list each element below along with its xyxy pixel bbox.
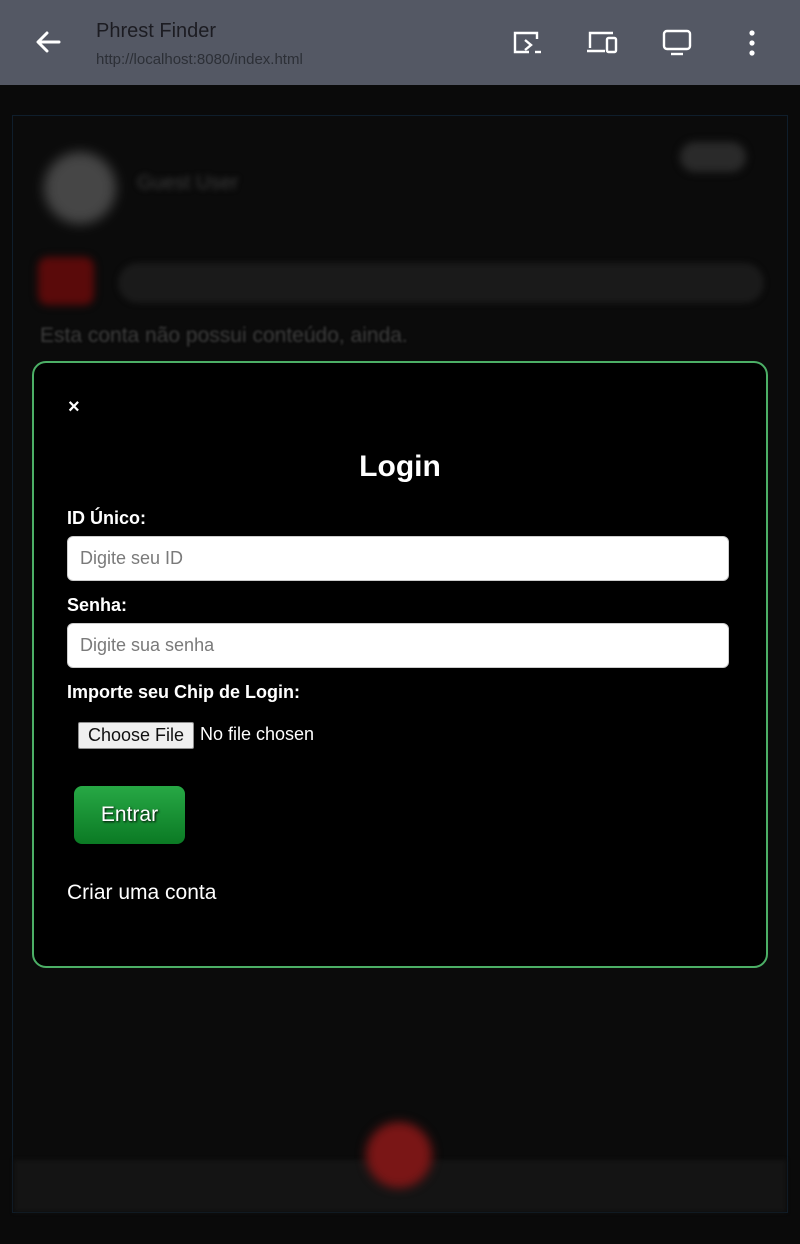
back-arrow-icon[interactable]: [30, 26, 66, 58]
search-bar: [118, 263, 764, 303]
choose-file-button[interactable]: Choose File: [78, 722, 195, 749]
profile-action-button: [680, 142, 746, 172]
login-submit-button[interactable]: Entrar: [74, 786, 185, 844]
monitor-icon[interactable]: [660, 27, 694, 59]
cast-terminal-icon[interactable]: [510, 27, 544, 59]
page-url: http://localhost:8080/index.html: [96, 51, 303, 68]
avatar: [44, 152, 116, 224]
file-status: No file chosen: [200, 724, 315, 744]
login-modal: × Login ID Único: Senha: Importe seu Chi…: [32, 361, 768, 968]
more-menu-icon[interactable]: [735, 27, 769, 59]
browser-toolbar: Phrest Finder http://localhost:8080/inde…: [0, 0, 800, 85]
create-account-link[interactable]: Criar uma conta: [67, 881, 216, 905]
login-title: Login: [359, 450, 441, 483]
password-label: Senha:: [67, 595, 128, 615]
password-input[interactable]: [67, 623, 729, 668]
id-label: ID Único:: [67, 508, 146, 528]
record-fab: [366, 1122, 432, 1188]
id-input[interactable]: [67, 536, 729, 581]
devices-icon[interactable]: [585, 27, 619, 59]
empty-content-message: Esta conta não possui conteúdo, ainda.: [40, 324, 408, 347]
chip-label: Importe seu Chip de Login:: [67, 682, 300, 702]
red-badge: [38, 257, 94, 305]
profile-username: Guest User: [137, 172, 239, 194]
page-title: Phrest Finder: [96, 20, 217, 42]
close-icon[interactable]: ×: [68, 397, 84, 417]
